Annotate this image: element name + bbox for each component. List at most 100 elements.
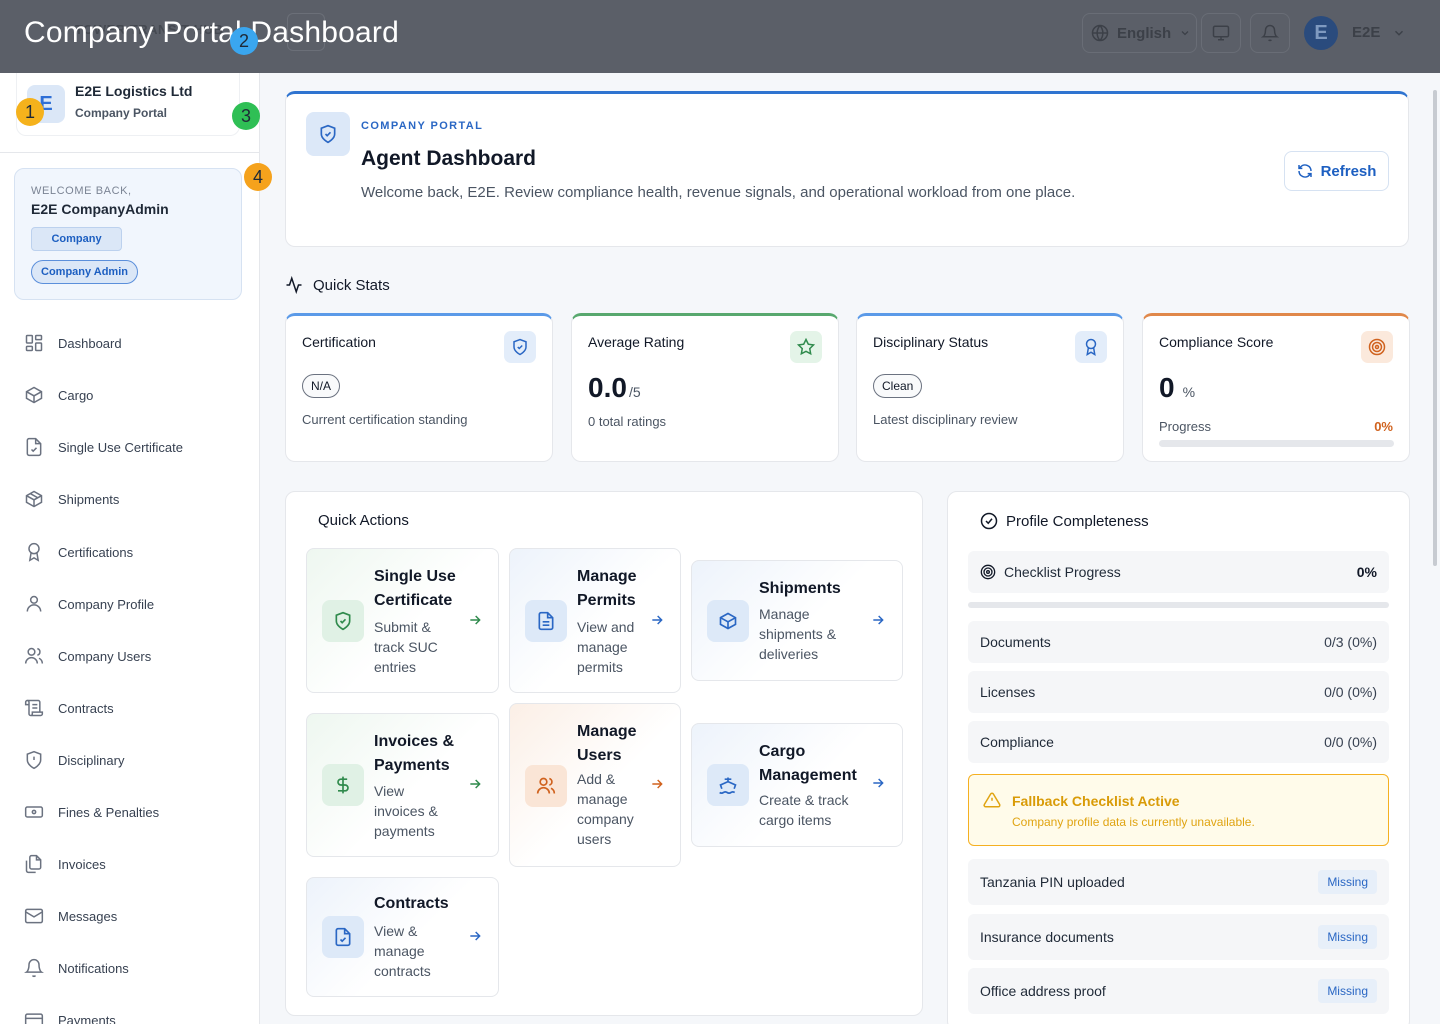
sidebar-item-label: Dashboard [58,335,122,351]
progress-value: 0% [1374,419,1393,434]
refresh-button[interactable]: Refresh [1284,151,1389,191]
sidebar: E E2E Logistics Ltd Company Portal WELCO… [0,73,260,1024]
status-badge: Missing [1318,870,1377,894]
user-avatar[interactable]: E [1304,16,1338,50]
sidebar-item-messages[interactable]: Messages [24,904,117,928]
sidebar-item-contracts[interactable]: Contracts [24,696,114,720]
quick-stats-heading: Quick Stats [285,276,390,294]
action-desc: Add & manage company users [577,771,634,847]
sidebar-item-company-profile[interactable]: Company Profile [24,592,154,616]
sidebar-item-disciplinary[interactable]: Disciplinary [24,748,124,772]
package-icon [25,490,43,508]
item-label: Tanzania PIN uploaded [980,874,1125,890]
action-desc: Manage shipments & deliveries [759,606,837,662]
rating-unit: /5 [628,384,641,400]
company-tag: Company [31,227,122,251]
row-label: Licenses [980,684,1036,700]
user-menu-chevron-icon[interactable] [1392,26,1406,40]
compliance-progress-bar [1159,440,1394,447]
action-icon-box [525,765,567,807]
compliance-value-wrap: 0% [1159,372,1195,404]
target-icon [1368,338,1386,356]
sidebar-item-single-use-certificate[interactable]: Single Use Certificate [24,435,183,459]
users-icon [536,777,556,794]
action-desc: View and manage permits [577,619,635,675]
notifications-button[interactable] [1250,13,1290,53]
sidebar-item-label: Company Profile [58,596,155,612]
stat-icon-box [1361,331,1393,363]
sidebar-item-label: Payments [58,1012,116,1024]
bell-icon [1261,24,1279,42]
stat-note: Current certification standing [302,412,468,427]
sidebar-item-cargo[interactable]: Cargo [24,383,93,407]
language-selector[interactable]: English [1082,13,1197,53]
sidebar-item-shipments[interactable]: Shipments [24,487,119,511]
sidebar-item-company-users[interactable]: Company Users [24,644,151,668]
action-desc: Create & track cargo items [759,792,849,828]
chevron-down-icon [1181,31,1189,36]
action-card-shipments[interactable]: Shipments Manage shipments & deliveries [691,560,903,681]
grid-icon [25,334,43,352]
marker-2: 2 [230,27,258,55]
action-desc: Submit & track SUC entries [374,619,438,675]
bell-icon [24,958,44,978]
package-icon [719,612,737,630]
shield-check-icon [513,338,527,356]
banknote-icon [24,806,44,818]
hero-title: Agent Dashboard [361,147,537,170]
shield-check-icon [320,124,336,144]
action-card-manage-users[interactable]: Manage Users Add & manage company users [509,703,681,867]
sidebar-item-label: Disciplinary [58,752,125,768]
action-card-single-use-certificate[interactable]: Single Use Certificate Submit & track SU… [306,548,499,693]
user-name[interactable]: E2E [1352,24,1380,41]
top-bar: TOWER TRANSIT HUB Company Portal Dashboa… [0,0,1440,73]
checklist-item: Office address proof Missing [968,968,1389,1014]
welcome-label: WELCOME BACK, [31,185,132,197]
profile-completeness-heading: Profile Completeness [980,512,1149,530]
stat-note: Latest disciplinary review [873,412,1018,427]
fallback-warning: Fallback Checklist Active Company profil… [968,774,1389,846]
stat-card-compliance-score: Compliance Score 0% Progress 0% [1142,313,1410,462]
progress-label: Progress [1159,419,1212,434]
stat-title: Certification [302,334,376,350]
sidebar-item-payments[interactable]: Payments [24,1008,116,1024]
stat-title: Disciplinary Status [873,334,989,350]
action-card-invoices-payments[interactable]: Invoices & Payments View invoices & paym… [306,713,499,857]
sidebar-item-certifications[interactable]: Certifications [24,540,133,564]
quick-actions-title: Quick Actions [318,512,409,529]
sidebar-item-dashboard[interactable]: Dashboard [24,331,122,355]
action-card-contracts[interactable]: Contracts View & manage contracts [306,877,499,997]
action-title: Contracts [374,895,449,912]
stat-note: 0 total ratings [588,414,667,429]
action-title: Invoices & Payments [374,733,455,774]
disciplinary-chip: Clean [873,374,923,398]
shield-alert-icon [26,750,42,770]
checklist-progress-bar [968,602,1389,608]
sidebar-item-notifications[interactable]: Notifications [24,956,129,980]
activity-icon [286,276,302,294]
checklist-item: Tanzania PIN uploaded Missing [968,859,1389,905]
monitor-button[interactable] [1201,13,1241,53]
brand-card[interactable]: E E2E Logistics Ltd Company Portal [16,73,240,136]
sidebar-item-label: Single Use Certificate [58,439,183,455]
arrow-right-icon [470,779,481,789]
action-title: Manage Users [577,723,637,764]
sidebar-item-fines-penalties[interactable]: Fines & Penalties [24,800,159,824]
hero-kicker: COMPANY PORTAL [361,120,484,132]
marker-1: 1 [16,98,44,126]
action-title: Manage Permits [577,568,637,609]
role-tag: Company Admin [31,260,138,284]
page-scrollbar[interactable] [1433,90,1437,566]
award-icon [28,542,40,562]
sidebar-item-invoices[interactable]: Invoices [24,852,106,876]
action-card-cargo-management[interactable]: Cargo Management Create & track cargo it… [691,723,903,847]
scroll-icon [24,699,44,717]
quick-actions-panel: Quick Actions Single Use Certificate Sub… [285,491,923,1016]
profile-completeness-title: Profile Completeness [1006,512,1149,530]
sidebar-item-label: Shipments [58,491,120,507]
sidebar-item-label: Cargo [58,387,94,403]
action-card-manage-permits[interactable]: Manage Permits View and manage permits [509,548,681,693]
rating-value: 0.0 [588,372,627,403]
award-icon [1085,338,1097,356]
action-icon-box [322,600,364,642]
